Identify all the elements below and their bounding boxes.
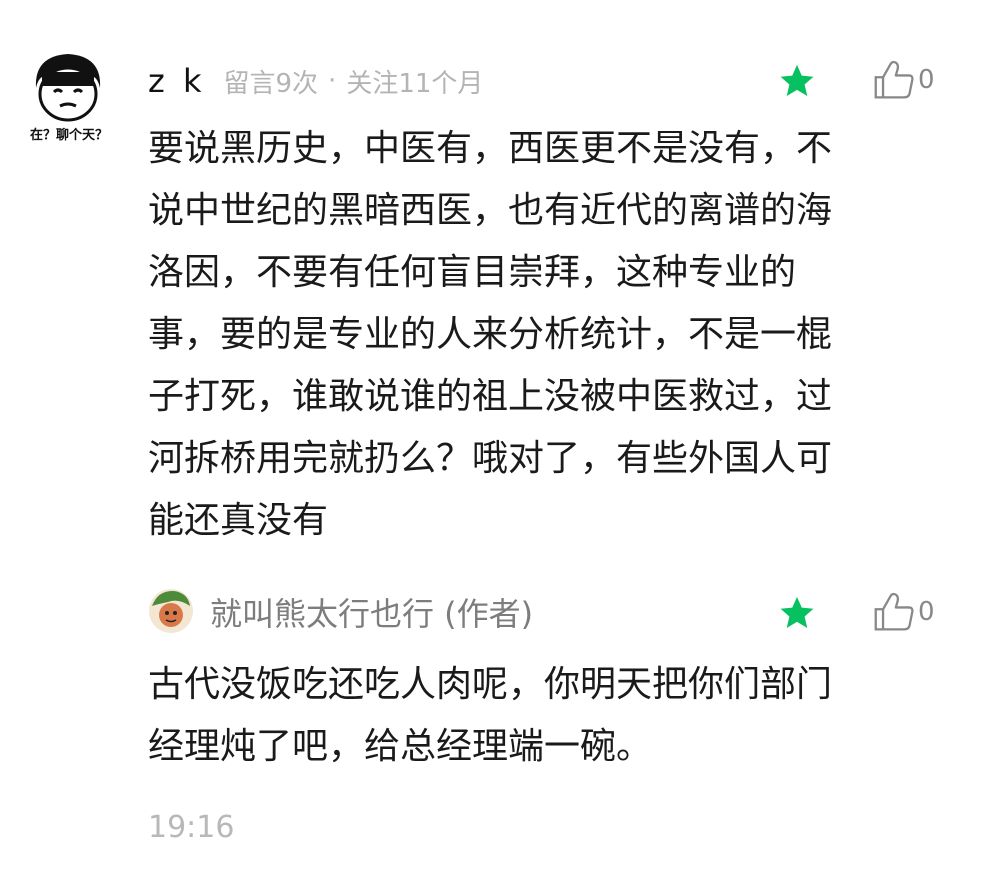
author-avatar-icon (149, 589, 193, 633)
star-icon[interactable] (778, 594, 816, 632)
comment-line: 说中世纪的黑暗西医，也有近代的离谱的海 (148, 190, 833, 231)
reply-like-button[interactable]: 0 (872, 590, 935, 634)
meta-separator: · (328, 66, 337, 96)
thumbs-up-icon (874, 60, 914, 99)
thumbs-up-icon (874, 592, 914, 631)
author-avatar[interactable] (148, 588, 194, 634)
reply-author-name[interactable]: 就叫熊太行也行 (作者) (210, 588, 533, 636)
reply-line: 经理炖了吧，给总经理端一碗。 (148, 726, 653, 767)
comment-header: z k 留言9次 · 关注11个月 (148, 56, 483, 106)
comment-line: 事，要的是专业的人来分析统计，不是一棍 (148, 314, 833, 355)
reply-like-count: 0 (918, 597, 935, 627)
comment-line: 洛因，不要有任何盲目崇拜，这种专业的 (148, 252, 797, 293)
comment-body: 要说黑历史，中医有，西医更不是没有，不 说中世纪的黑暗西医，也有近代的离谱的海 … (148, 118, 938, 552)
avatar-caption: 在？聊个天？ (29, 128, 108, 143)
commenter-avatar[interactable]: 在？聊个天？ (18, 48, 118, 144)
message-count: 留言9次 (223, 68, 319, 99)
follow-duration: 关注11个月 (346, 68, 484, 99)
comment-thread: 在？聊个天？ z k 留言9次 · 关注11个月 0 要说黑历史，中医有，西医更… (0, 0, 1000, 876)
comment-line: 子打死，谁敢说谁的祖上没被中医救过，过 (148, 376, 833, 417)
comment-timestamp: 19:16 (148, 810, 235, 845)
comment-line: 要说黑历史，中医有，西医更不是没有，不 (148, 128, 833, 169)
star-icon[interactable] (778, 62, 816, 100)
comment-line: 能还真没有 (148, 500, 329, 541)
comment-like-count: 0 (918, 65, 935, 95)
reply-line: 古代没饭吃还吃人肉呢，你明天把你们部门 (148, 664, 833, 705)
comment-line: 河拆桥用完就扔么？哦对了，有些外国人可 (148, 438, 833, 479)
reply-body: 古代没饭吃还吃人肉呢，你明天把你们部门 经理炖了吧，给总经理端一碗。 (148, 654, 938, 778)
comment-like-button[interactable]: 0 (872, 58, 935, 102)
commenter-username[interactable]: z k (148, 62, 206, 100)
